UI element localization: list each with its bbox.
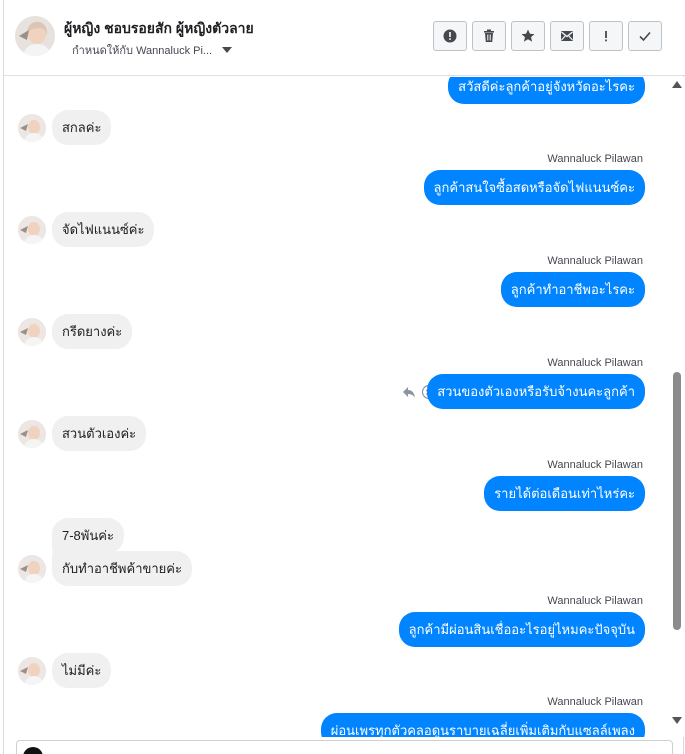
contact-name: ผู้หญิง ชอบรอยสัก ผู้หญิงตัวลาย <box>64 20 254 36</box>
agent-avatar <box>23 747 43 754</box>
contact-avatar-small <box>18 114 46 142</box>
follow-up-button[interactable] <box>589 21 623 51</box>
star-button[interactable] <box>511 21 545 51</box>
assign-dropdown[interactable]: กำหนดให้กับ Wannaluck Pi... <box>72 41 233 59</box>
outgoing-message[interactable]: สวนของตัวเองหรือรับจ้างนคะลูกค้า <box>427 374 645 409</box>
contact-avatar-small <box>18 555 46 583</box>
outgoing-message[interactable]: รายได้ต่อเดือนเท่าไหร่คะ <box>484 476 645 511</box>
check-icon <box>639 31 651 42</box>
trash-icon <box>484 29 494 42</box>
sender-name: Wannaluck Pilawan <box>547 595 643 607</box>
contact-avatar-small <box>18 420 46 448</box>
mark-done-button[interactable] <box>628 21 662 51</box>
conversation-header: ผู้หญิง ชอบรอยสัก ผู้หญิงตัวลาย กำหนดให้… <box>4 0 685 76</box>
message-scrollbar[interactable] <box>669 77 685 737</box>
contact-avatar-small <box>18 318 46 346</box>
sender-name: Wannaluck Pilawan <box>547 153 643 165</box>
star-icon <box>521 29 535 42</box>
assign-label: กำหนดให้กับ Wannaluck Pi... <box>72 45 213 57</box>
conversation-toolbar <box>433 21 662 51</box>
caret-down-icon <box>222 47 233 53</box>
scroll-up-arrow-icon[interactable] <box>672 81 682 88</box>
delete-button[interactable] <box>472 21 506 51</box>
outgoing-message[interactable]: ลูกค้าทำอาชีพอะไรคะ <box>500 272 645 307</box>
outgoing-message[interactable]: สวัสดีค่ะลูกค้าอยู่จังหวัดอะไรคะ <box>448 77 645 104</box>
sender-name: Wannaluck Pilawan <box>547 459 643 471</box>
alert-circle-icon <box>443 29 457 43</box>
outgoing-message[interactable]: ลูกค้าสนใจซื้อสดหรือจัดไฟแนนซ์คะ <box>423 170 645 205</box>
contact-avatar[interactable] <box>15 16 55 56</box>
incoming-message[interactable]: 7-8พันค่ะ <box>52 518 124 553</box>
outgoing-message[interactable]: ลูกค้ามีผ่อนสินเชื่ออะไรอยู่ไหมคะปัจจุบั… <box>398 612 645 647</box>
incoming-message[interactable]: จัดไฟแนนซ์ค่ะ <box>52 212 155 247</box>
mark-spam-button[interactable] <box>433 21 467 51</box>
mail-icon <box>561 31 573 41</box>
reply-composer[interactable] <box>16 740 673 754</box>
scrollbar-thumb[interactable] <box>673 372 681 630</box>
incoming-message[interactable]: สกลค่ะ <box>52 110 112 145</box>
incoming-message[interactable]: กรีดยางค่ะ <box>52 314 133 349</box>
sender-name: Wannaluck Pilawan <box>547 696 643 708</box>
inbox-conversation-panel: ผู้หญิง ชอบรอยสัก ผู้หญิงตัวลาย กำหนดให้… <box>3 0 685 754</box>
incoming-message[interactable]: สวนตัวเองค่ะ <box>52 416 147 451</box>
exclamation-icon <box>605 31 607 42</box>
sender-name: Wannaluck Pilawan <box>547 255 643 267</box>
contact-avatar-small <box>18 216 46 244</box>
scroll-down-arrow-icon[interactable] <box>672 717 682 724</box>
message-list[interactable]: สวัสดีค่ะลูกค้าอยู่จังหวัดอะไรคะ สกลค่ะ … <box>4 77 669 737</box>
contact-avatar-small <box>18 657 46 685</box>
outgoing-message[interactable]: ผ่อนเพรทุกตัวคลอดูนราบายเฉลี่ยเพิ่มเติมก… <box>320 713 645 737</box>
incoming-message[interactable]: กับทำอาชีพค้าขายค่ะ <box>52 551 192 586</box>
reply-icon[interactable] <box>401 384 417 400</box>
mark-unread-button[interactable] <box>550 21 584 51</box>
incoming-message[interactable]: ไม่มีค่ะ <box>52 653 112 688</box>
sender-name: Wannaluck Pilawan <box>547 357 643 369</box>
